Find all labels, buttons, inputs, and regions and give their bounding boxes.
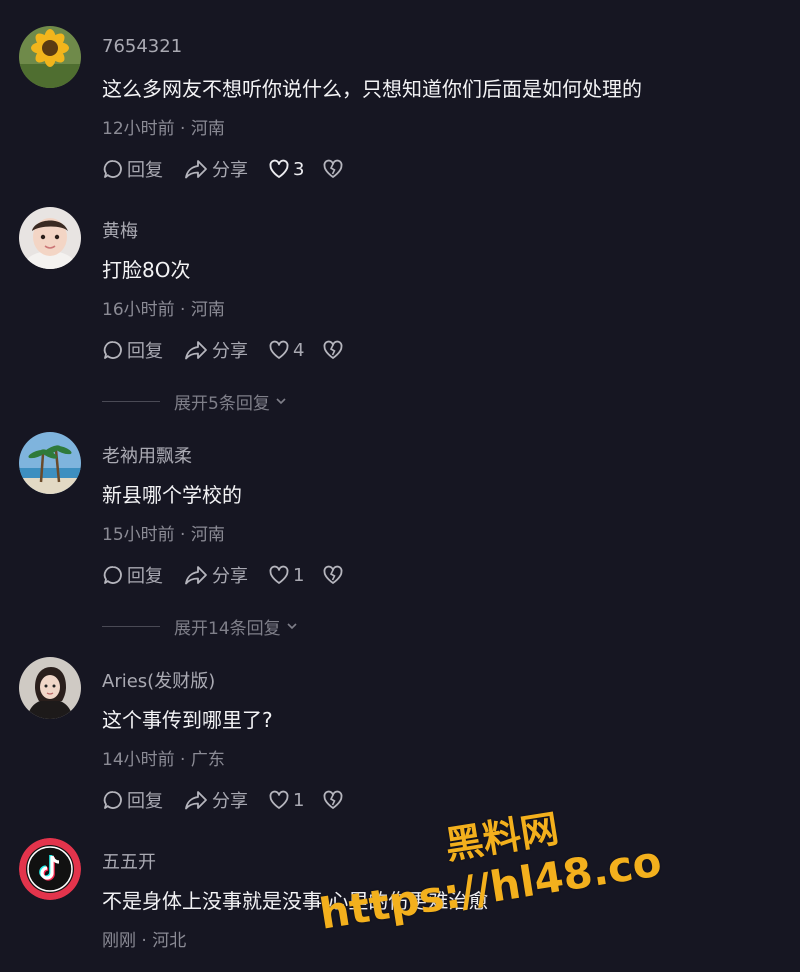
- share-label: 分享: [212, 160, 248, 181]
- comment-actions: 回复 分享 4: [102, 335, 367, 365]
- expand-replies-button[interactable]: 展开14条回复: [102, 614, 299, 639]
- broken-heart-icon: [324, 340, 343, 359]
- reply-button[interactable]: 回复: [102, 787, 163, 813]
- like-count: 3: [293, 158, 305, 180]
- avatar[interactable]: [19, 657, 81, 719]
- chat-bubble-icon: [103, 791, 122, 809]
- share-button[interactable]: 分享: [183, 337, 248, 363]
- share-arrow-icon: [185, 341, 207, 360]
- share-button[interactable]: 分享: [183, 156, 248, 182]
- dislike-button[interactable]: [322, 339, 347, 361]
- username[interactable]: 黄梅: [102, 217, 138, 243]
- reply-button[interactable]: 回复: [102, 562, 163, 588]
- like-button[interactable]: 3: [268, 158, 304, 180]
- heart-icon: [269, 790, 289, 809]
- avatar[interactable]: [19, 838, 81, 900]
- broken-heart-icon: [324, 565, 343, 584]
- share-label: 分享: [212, 791, 248, 812]
- divider-line: [102, 400, 160, 402]
- like-button[interactable]: 1: [268, 789, 304, 811]
- username[interactable]: Aries(发财版): [102, 667, 215, 693]
- share-arrow-icon: [185, 791, 207, 810]
- comment-meta: 14小时前 · 广东: [102, 750, 225, 770]
- like-button[interactable]: 4: [268, 339, 304, 361]
- expand-replies-label: 展开5条回复: [174, 393, 270, 414]
- comment-meta: 16小时前 · 河南: [102, 300, 225, 320]
- expand-replies-button[interactable]: 展开5条回复: [102, 389, 288, 414]
- share-button[interactable]: 分享: [183, 562, 248, 588]
- share-button[interactable]: 分享: [183, 787, 248, 813]
- username[interactable]: 老衲用飘柔: [102, 442, 192, 468]
- share-label: 分享: [212, 566, 248, 587]
- chat-bubble-icon: [103, 160, 122, 178]
- share-arrow-icon: [185, 566, 207, 585]
- dislike-button[interactable]: [322, 789, 347, 811]
- chat-bubble-icon: [103, 341, 122, 359]
- chevron-down-icon: [287, 623, 297, 630]
- comment-text: 新县哪个学校的: [102, 483, 242, 507]
- share-label: 分享: [212, 341, 248, 362]
- chat-bubble-icon: [103, 566, 122, 584]
- reply-button[interactable]: 回复: [102, 156, 163, 182]
- dislike-button[interactable]: [322, 158, 347, 180]
- comment-text: 这么多网友不想听你说什么，只想知道你们后面是如何处理的: [102, 77, 642, 101]
- heart-icon: [269, 565, 289, 584]
- like-count: 4: [293, 339, 305, 361]
- broken-heart-icon: [324, 159, 343, 178]
- share-arrow-icon: [185, 160, 207, 179]
- like-count: 1: [293, 789, 305, 811]
- expand-replies-label: 展开14条回复: [174, 618, 281, 639]
- comment-text: 这个事传到哪里了?: [102, 708, 273, 732]
- comment-text: 打脸8O次: [102, 258, 191, 282]
- heart-icon: [269, 159, 289, 178]
- avatar[interactable]: [19, 207, 81, 269]
- broken-heart-icon: [324, 790, 343, 809]
- dislike-button[interactable]: [322, 564, 347, 586]
- username[interactable]: 7654321: [102, 36, 182, 57]
- reply-label: 回复: [127, 160, 163, 181]
- heart-icon: [269, 340, 289, 359]
- reply-button[interactable]: 回复: [102, 337, 163, 363]
- chevron-down-icon: [276, 398, 286, 405]
- reply-label: 回复: [127, 791, 163, 812]
- comment-meta: 刚刚 · 河北: [102, 931, 187, 951]
- divider-line: [102, 625, 160, 627]
- like-button[interactable]: 1: [268, 564, 304, 586]
- comment-actions: 回复 分享 1: [102, 785, 367, 815]
- comment-meta: 12小时前 · 河南: [102, 119, 225, 139]
- avatar[interactable]: [19, 432, 81, 494]
- username[interactable]: 五五开: [102, 848, 156, 874]
- reply-label: 回复: [127, 341, 163, 362]
- reply-label: 回复: [127, 566, 163, 587]
- comment-actions: 回复 分享 1: [102, 560, 367, 590]
- like-count: 1: [293, 564, 305, 586]
- comment-meta: 15小时前 · 河南: [102, 525, 225, 545]
- avatar[interactable]: [19, 26, 81, 88]
- comment-actions: 回复 分享 3: [102, 154, 367, 184]
